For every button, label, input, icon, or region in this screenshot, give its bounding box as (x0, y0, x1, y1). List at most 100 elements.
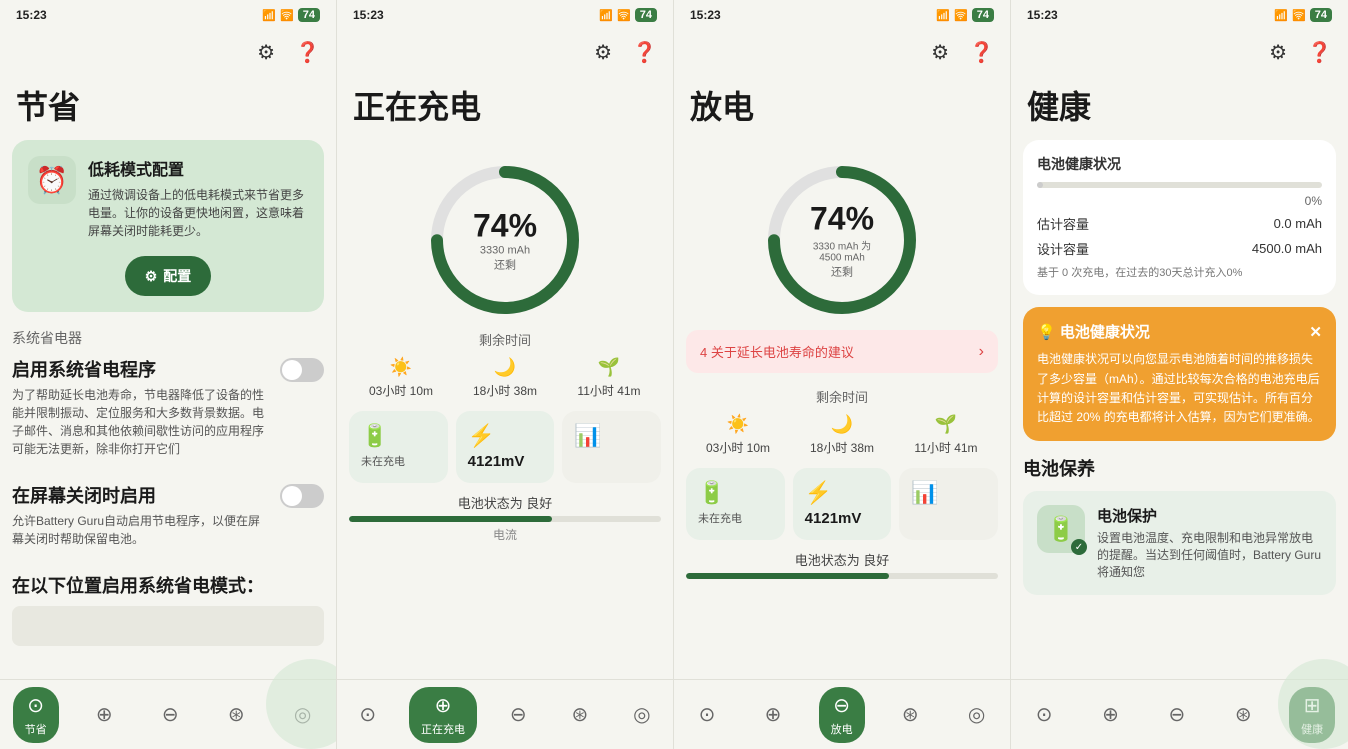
nav-health-3[interactable]: ◎ (956, 696, 997, 733)
protect-card: 🔋 ✓ 电池保护 设置电池温度、充电限制和电池异常放电的提醒。当达到任何阈值时，… (1023, 491, 1336, 594)
bulb-icon: 💡 (1037, 324, 1060, 341)
signal-icon-1: 📶 (262, 9, 276, 22)
metric-card-3-1: 🔋 未在充电 (686, 468, 785, 540)
status-icons-1: 📶 🛜 74 (262, 8, 320, 22)
time-val-2: 18小时 38m (453, 382, 557, 399)
remaining-time-3: 剩余时间 ☀️ 🌙 🌱 03小时 10m 18小时 38m 11小时 41m (686, 387, 998, 456)
nav-label-discharge: 放电 (831, 721, 853, 737)
nav-protect-3[interactable]: ⊛ (890, 696, 931, 733)
filter-icon-2[interactable]: ⚙ (594, 40, 612, 65)
wifi-icon-2: 🛜 (617, 9, 631, 22)
config-button[interactable]: ⚙ 配置 (125, 256, 212, 296)
care-section-title: 电池保养 (1023, 455, 1336, 481)
orange-info-card: 💡 电池健康状况 ✕ 电池健康状况可以向您显示电池随着时间的推移损失了多少容量（… (1023, 307, 1336, 441)
low-power-header: ⏰ 低耗模式配置 通过微调设备上的低电耗模式来节省更多电量。让你的设备更快地闲置… (28, 156, 308, 240)
nav-charging-2[interactable]: ⊕ 正在充电 (409, 687, 477, 743)
health-note: 基于 0 次充电，在过去的30天总计充入0% (1037, 266, 1322, 281)
filter-icon-4[interactable]: ⚙ (1269, 40, 1287, 65)
filter-icon-3[interactable]: ⚙ (931, 40, 949, 65)
tip-card[interactable]: 4 关于延长电池寿命的建议 › (686, 330, 998, 373)
nav-charge-3[interactable]: ⊕ (753, 696, 794, 733)
metric-icon-3-3: 📊 (911, 480, 938, 506)
health-percent: 0% (1037, 194, 1322, 208)
bottom-nav-2: ⊙ ⊕ 正在充电 ⊖ ⊛ ◎ (337, 679, 673, 749)
nav-save-4[interactable]: ⊙ (1024, 696, 1065, 733)
status-time-2: 15:23 (353, 8, 384, 22)
nav-item-charge-in[interactable]: ⊕ (84, 696, 125, 733)
signal-icon-2: 📶 (599, 9, 613, 22)
metrics-row-3: 🔋 未在充电 ⚡ 4121mV 📊 (686, 468, 998, 540)
circle-label: 还剩 (473, 257, 537, 273)
wifi-icon-3: 🛜 (954, 9, 968, 22)
panel-health: 15:23 📶 🛜 74 ⚙ ❓ 健康 电池健康状况 0% 估计容量 0.0 m… (1011, 0, 1348, 749)
toggle-switch-1[interactable] (280, 358, 324, 382)
sun-icon: ☀️ (390, 357, 412, 378)
help-icon-2[interactable]: ❓ (632, 40, 657, 65)
nav-protect-2[interactable]: ⊛ (559, 696, 600, 733)
nav-health-2[interactable]: ◎ (621, 696, 662, 733)
panel-content-2: 74% 3330 mAh 还剩 剩余时间 ☀️ 🌙 🌱 03小时 10m 18小… (337, 140, 673, 749)
nav-item-protect[interactable]: ⊛ (216, 696, 257, 733)
nav-charge-4[interactable]: ⊕ (1090, 696, 1131, 733)
tip-arrow-icon: › (979, 343, 984, 361)
low-power-title: 低耗模式配置 (88, 156, 308, 180)
time-val-3: 11小时 41m (557, 382, 661, 399)
nav-discharge-2[interactable]: ⊖ (498, 696, 539, 733)
metric-value-3-2: 4121mV (805, 510, 862, 527)
help-icon-4[interactable]: ❓ (1307, 40, 1332, 65)
metric-card-1: 🔋 未在充电 (349, 411, 448, 483)
metric-icon-3-1: 🔋 (698, 480, 725, 506)
wifi-icon-4: 🛜 (1292, 9, 1306, 22)
status-time-3: 15:23 (690, 8, 721, 22)
time-icons-row-3: ☀️ 🌙 🌱 (686, 414, 998, 435)
help-icon-1[interactable]: ❓ (295, 40, 320, 65)
toolbar-4: ⚙ ❓ (1011, 30, 1348, 74)
filter-icon-1[interactable]: ⚙ (257, 40, 275, 65)
panel-content-1: ⏰ 低耗模式配置 通过微调设备上的低电耗模式来节省更多电量。让你的设备更快地闲置… (0, 140, 336, 749)
signal-icon-3: 📶 (936, 9, 950, 22)
moon-icon-3: 🌙 (831, 414, 853, 435)
toggle-desc-2: 允许Battery Guru自动启用节电程序，以便在屏幕关闭时帮助保留电池。 (12, 512, 268, 548)
health-progress-fill (1037, 182, 1043, 188)
panel-save: 15:23 📶 🛜 74 ⚙ ❓ 节省 ⏰ 低耗模式配置 通过微调设备上的低电耗… (0, 0, 337, 749)
battery-circle-container: 74% 3330 mAh 还剩 (349, 140, 661, 330)
battery-circle-container-3: 74% 3330 mAh 为 4500 mAh 还剩 (686, 140, 998, 330)
health-row-design: 设计容量 4500.0 mAh (1037, 239, 1322, 258)
status-icons-4: 📶 🛜 74 (1274, 8, 1332, 22)
tip-text: 4 关于延长电池寿命的建议 (700, 342, 854, 361)
time-val-3-1: 03小时 10m (686, 439, 790, 456)
page-title-2: 正在充电 (337, 74, 673, 140)
panel-content-4: 电池健康状况 0% 估计容量 0.0 mAh 设计容量 4500.0 mAh 基… (1011, 140, 1348, 749)
protect-icon: ⊛ (228, 702, 245, 727)
help-icon-3[interactable]: ❓ (969, 40, 994, 65)
remaining-label-3: 剩余时间 (686, 387, 998, 406)
protect-title: 电池保护 (1097, 505, 1322, 526)
remaining-label: 剩余时间 (349, 330, 661, 349)
location-label: 在以下位置启用系统省电模式： (12, 572, 324, 598)
nav-item-discharge[interactable]: ⊖ (150, 696, 191, 733)
nav-discharge-active[interactable]: ⊖ 放电 (819, 687, 865, 743)
nav-discharge-4[interactable]: ⊖ (1156, 696, 1197, 733)
status-bar-label-3: 电池状态为 良好 (686, 550, 998, 569)
design-value: 4500.0 mAh (1252, 241, 1322, 256)
time-values-row: 03小时 10m 18小时 38m 11小时 41m (349, 382, 661, 399)
battery-circle-3: 74% 3330 mAh 为 4500 mAh 还剩 (762, 160, 922, 320)
nav-label-charging: 正在充电 (421, 721, 465, 737)
status-bar-4: 15:23 📶 🛜 74 (1011, 0, 1348, 30)
circle-text: 74% 3330 mAh 还剩 (473, 208, 537, 273)
status-icons-3: 📶 🛜 74 (936, 8, 994, 22)
nav-save-3[interactable]: ⊙ (687, 696, 728, 733)
nav-save-2[interactable]: ⊙ (347, 696, 388, 733)
nav-item-save[interactable]: ⊙ 节省 (13, 687, 59, 743)
status-bar-1: 15:23 📶 🛜 74 (0, 0, 336, 30)
health-status-card: 电池健康状况 0% 估计容量 0.0 mAh 设计容量 4500.0 mAh 基… (1023, 140, 1336, 295)
time-val-3-2: 18小时 38m (790, 439, 894, 456)
metric-label-1: 未在充电 (361, 453, 405, 469)
nav-protect-4[interactable]: ⊛ (1223, 696, 1264, 733)
status-bar-3: 15:23 📶 🛜 74 (674, 0, 1010, 30)
orange-close-btn[interactable]: ✕ (1309, 323, 1322, 341)
metric-value-2: 4121mV (468, 453, 525, 470)
toggle-switch-2[interactable] (280, 484, 324, 508)
toggle-row-1: 启用系统省电程序 为了帮助延长电池寿命，节电器降低了设备的性能并限制振动、定位服… (12, 356, 324, 468)
circle-mah-3: 3330 mAh 为 4500 mAh (802, 238, 882, 264)
